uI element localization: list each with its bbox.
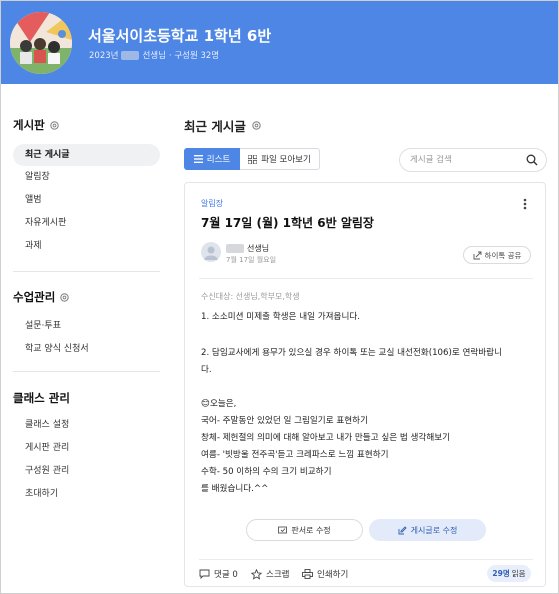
search-box	[399, 148, 547, 172]
class-header: 서울서이초등학교 1학년 6반 2023년 선생님 · 구성원 32명	[1, 1, 558, 84]
print-label: 인쇄하기	[317, 570, 349, 580]
class-teacher: 선생님	[142, 51, 166, 61]
sidebar-divider	[13, 371, 160, 372]
sidebar-item-survey[interactable]: 설문·투표	[13, 315, 160, 337]
post-card: 알림장 7월 17일 (월) 1학년 6반 알림장 선생님 7월 17일 월요일…	[184, 182, 546, 587]
teacher-name-blurred	[121, 50, 140, 60]
view-toggle: 리스트 파일 모아보기	[184, 148, 320, 170]
user-icon	[204, 246, 218, 260]
author-avatar	[201, 242, 221, 262]
share-label: 하이톡 공유	[484, 250, 522, 260]
edit-with-board-button[interactable]: 판서로 수정	[246, 519, 363, 541]
sidebar-item-school-form[interactable]: 학교 양식 신청서	[13, 338, 160, 360]
class-title: 서울서이초등학교 1학년 6반	[88, 27, 272, 45]
post-recipients: 수신대상: 선생님,학부모,학생	[201, 292, 300, 301]
post-body-line: 다.	[201, 365, 212, 375]
page-title: 최근 게시글	[184, 116, 262, 135]
star-icon	[251, 568, 262, 580]
class-management-label: 수업관리	[13, 290, 56, 304]
card-divider	[199, 278, 533, 279]
page-title-label: 최근 게시글	[184, 119, 246, 134]
board-edit-icon	[278, 526, 288, 533]
author-role: 선생님	[247, 244, 270, 253]
more-options-icon[interactable]	[519, 197, 531, 211]
post-body-line: 😊오늘은,	[201, 399, 237, 409]
edit-as-post-button[interactable]: 게시글로 수정	[369, 519, 486, 541]
grid-icon	[248, 154, 258, 164]
sidebar-item-album[interactable]: 앨범	[13, 189, 160, 211]
post-body-line: 국어- 주말동안 있었던 일 그림일기로 표현하기	[201, 416, 368, 426]
sidebar-item-invite[interactable]: 초대하기	[13, 483, 160, 505]
card-divider	[199, 559, 533, 560]
share-icon	[473, 251, 481, 259]
post-title[interactable]: 7월 17일 (월) 1학년 6반 알림장	[201, 214, 374, 231]
gear-icon[interactable]	[251, 120, 262, 131]
author-name-blurred	[226, 244, 244, 253]
class-subtitle: 2023년 선생님 · 구성원 32명	[89, 49, 219, 61]
class-year: 2023년	[89, 51, 119, 61]
sidebar-item-member-admin[interactable]: 구성원 관리	[13, 460, 160, 482]
list-view-label: 리스트	[206, 155, 231, 165]
post-body-line: 2. 담임교사에게 용무가 있으실 경우 하이톡 또는 교실 내선전화(106)…	[201, 348, 502, 358]
post-date: 7월 17일 월요일	[226, 256, 277, 264]
file-view-button[interactable]: 파일 모아보기	[240, 148, 320, 170]
sidebar-item-free-board[interactable]: 자유게시판	[13, 212, 160, 234]
print-button[interactable]: 인쇄하기	[302, 568, 348, 580]
sidebar-item-class-settings[interactable]: 클래스 설정	[13, 414, 160, 436]
comments-label: 댓글 0	[214, 570, 238, 580]
search-icon[interactable]	[526, 154, 538, 166]
read-count: 29명	[492, 569, 510, 578]
sidebar-item-assignments[interactable]: 과제	[13, 235, 160, 257]
class-member-count[interactable]: · 구성원 32명	[169, 49, 219, 61]
scrap-button[interactable]: 스크랩	[251, 568, 289, 580]
post-category[interactable]: 알림장	[201, 198, 223, 209]
edit-with-board-label: 판서로 수정	[291, 525, 331, 535]
sidebar-item-board-admin[interactable]: 게시판 관리	[13, 437, 160, 459]
comments-button[interactable]: 댓글 0	[199, 568, 238, 580]
share-button[interactable]: 하이톡 공유	[463, 246, 531, 264]
class-management-heading: 수업관리	[13, 289, 70, 305]
gear-icon[interactable]	[49, 120, 60, 131]
post-body-line: 여름- '빗방울 전주곡'듣고 크레파스로 느낌 표현하기	[201, 450, 389, 460]
list-icon	[193, 155, 203, 163]
board-heading-label: 게시판	[13, 118, 45, 132]
edit-as-post-label: 게시글로 수정	[410, 525, 458, 535]
list-view-button[interactable]: 리스트	[184, 148, 240, 170]
read-label: 읽음	[511, 569, 526, 578]
post-body-line: 수학- 50 이하의 수의 크기 비교하기	[201, 467, 332, 477]
search-input[interactable]	[410, 155, 520, 165]
app-window: 서울서이초등학교 1학년 6반 2023년 선생님 · 구성원 32명 게시판 …	[0, 0, 559, 594]
sidebar-divider	[13, 271, 160, 272]
class-avatar[interactable]	[10, 12, 72, 74]
comment-icon	[199, 569, 210, 579]
print-icon	[302, 569, 313, 579]
post-body-line: 1. 소소미션 미제출 학생은 내일 가져옵니다.	[201, 312, 360, 322]
file-view-label: 파일 모아보기	[261, 155, 311, 165]
post-body-line: 를 배웠습니다.^^	[201, 484, 269, 494]
sidebar-item-notice[interactable]: 알림장	[13, 166, 160, 188]
scrap-label: 스크랩	[266, 570, 290, 580]
author-name: 선생님	[226, 243, 269, 254]
sidebar-item-recent-posts[interactable]: 최근 게시글	[13, 144, 160, 166]
board-heading: 게시판	[13, 117, 60, 133]
class-admin-heading: 클래스 관리	[13, 391, 70, 405]
post-body-line: 창체- 제헌절의 의미에 대해 알아보고 내가 만들고 싶은 법 생각해보기	[201, 433, 451, 443]
gear-icon[interactable]	[59, 292, 70, 303]
edit-icon	[398, 525, 407, 534]
read-count-badge[interactable]: 29명 읽음	[487, 565, 531, 582]
